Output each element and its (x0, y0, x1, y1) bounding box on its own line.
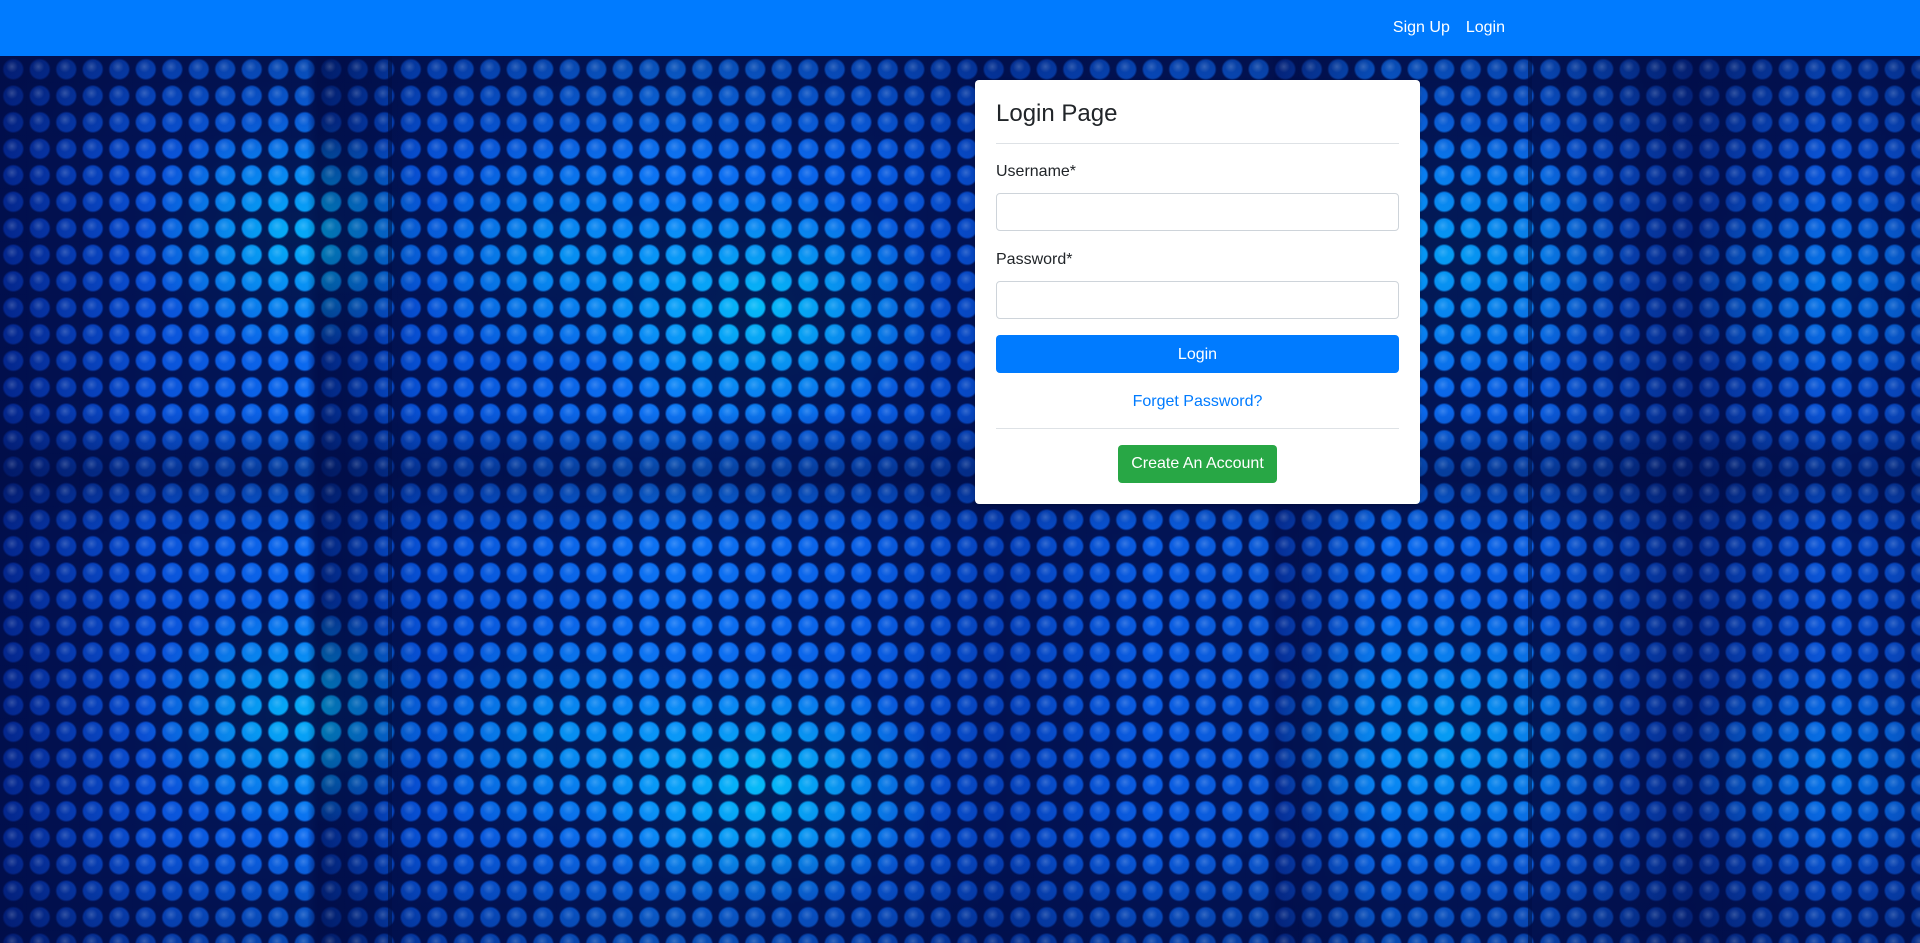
login-button[interactable]: Login (996, 335, 1399, 373)
nav-links: Sign Up Login (1385, 0, 1513, 56)
create-account-button[interactable]: Create An Account (1118, 445, 1277, 483)
username-input[interactable] (996, 193, 1399, 231)
forgot-password-link[interactable]: Forget Password? (996, 390, 1399, 414)
password-label: Password* (996, 251, 1073, 268)
background-dot-highlights (0, 56, 1920, 943)
dot-matrix-background (0, 56, 1920, 943)
login-card: Login Page Username* Password* Login For… (975, 80, 1420, 504)
username-label: Username* (996, 163, 1077, 180)
top-navbar: Sign Up Login (0, 0, 1920, 56)
footer-divider (996, 428, 1399, 429)
create-account-wrap: Create An Account (996, 445, 1399, 483)
title-divider (996, 143, 1399, 144)
password-input[interactable] (996, 281, 1399, 319)
nav-login-link[interactable]: Login (1458, 16, 1513, 40)
nav-signup-link[interactable]: Sign Up (1385, 16, 1458, 40)
page-title: Login Page (996, 100, 1118, 127)
